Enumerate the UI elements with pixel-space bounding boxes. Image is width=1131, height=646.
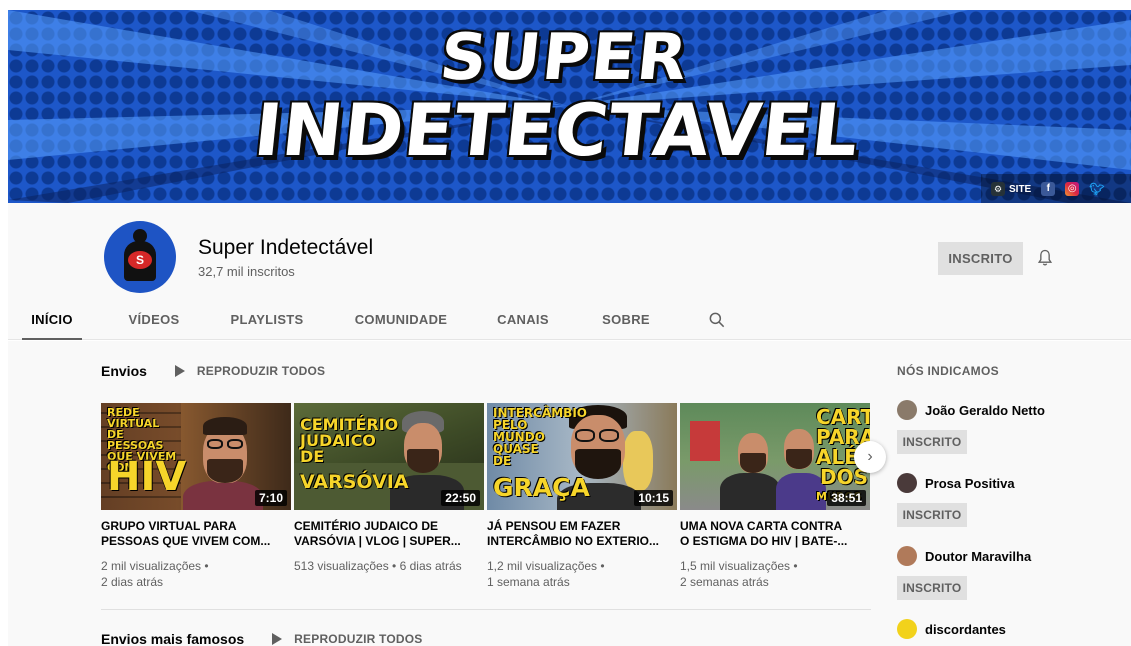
thumbnail-caption-large: HIV [107, 454, 187, 500]
channel-name[interactable]: discordantes [925, 622, 1006, 637]
thumbnail-caption-large: GRAÇA [493, 473, 590, 502]
video-meta: 1,5 mil visualizações • 2 semanas atrás [680, 558, 870, 590]
banner-title-line2: INDETECTAVEL [250, 88, 864, 172]
channel-avatar[interactable] [897, 473, 917, 493]
video-duration: 22:50 [441, 490, 480, 506]
video-title[interactable]: JÁ PENSOU EM FAZER INTERCÂMBIO NO EXTERI… [487, 519, 669, 549]
video-views: 1,2 mil visualizações • [487, 559, 605, 573]
video-views: 2 mil visualizações • [101, 559, 209, 573]
video-views: 1,5 mil visualizações • [680, 559, 798, 573]
video-meta: 1,2 mil visualizações • 1 semana atrás [487, 558, 677, 590]
popular-section-header: Envios mais famosos REPRODUZIR TODOS [101, 631, 423, 646]
subscribe-button[interactable]: INSCRITO [938, 242, 1023, 275]
channel-name: Super Indetectável [198, 236, 374, 259]
video-meta: 513 visualizações • 6 dias atrás [294, 558, 484, 574]
video-title-line1: CEMITÉRIO JUDAICO DE [294, 519, 439, 533]
banner-links: ⚙ SITE f ◎ 🐦︎ [981, 174, 1131, 203]
video-thumbnail[interactable]: CARTA PARA ALÉM DOS MUROS 38:51 [680, 403, 870, 510]
video-title-line1: JÁ PENSOU EM FAZER [487, 519, 621, 533]
video-date: 1 semana atrás [487, 575, 570, 589]
main-content: Envios REPRODUZIR TODOS REDE VIRTUAL DE … [8, 341, 1131, 646]
section-divider [101, 609, 871, 610]
play-all-button[interactable]: REPRODUZIR TODOS [272, 632, 422, 646]
popular-title[interactable]: Envios mais famosos [101, 631, 244, 646]
video-title-line1: UMA NOVA CARTA CONTRA [680, 519, 843, 533]
video-title-line2: PESSOAS QUE VIVEM COM... [101, 534, 271, 548]
play-all-label: REPRODUZIR TODOS [294, 632, 423, 646]
featured-channel: Prosa Positiva INSCRITO [897, 473, 1117, 527]
play-all-label: REPRODUZIR TODOS [196, 364, 326, 378]
tab-playlists[interactable]: PLAYLISTS [226, 303, 308, 340]
featured-channel: Doutor Maravilha INSCRITO [897, 546, 1117, 600]
subscribe-button[interactable]: INSCRITO [897, 430, 967, 454]
facebook-icon[interactable]: f [1041, 182, 1056, 196]
chevron-right-icon[interactable]: › [854, 441, 886, 473]
video-views: 513 visualizações • 6 dias atrás [294, 559, 462, 573]
video-duration: 7:10 [254, 490, 287, 506]
uploads-title[interactable]: Envios [101, 363, 147, 379]
channel-banner: SUPER INDETECTAVEL ⚙ SITE f ◎ 🐦︎ [8, 10, 1131, 203]
play-icon [272, 633, 283, 645]
video-duration: 38:51 [827, 490, 866, 506]
video-title-line1: GRUPO VIRTUAL PARA [101, 519, 237, 533]
channel-name[interactable]: Prosa Positiva [925, 476, 1015, 491]
video-card[interactable]: INTERCÂMBIO PELO MUNDO QUASE DE GRAÇA 10… [487, 403, 677, 590]
channel-avatar[interactable] [897, 546, 917, 566]
video-card[interactable]: CEMITÉRIO JUDAICO DE VARSÓVIA 22:50 CEMI… [294, 403, 484, 574]
video-thumbnail[interactable]: REDE VIRTUAL DE PESSOAS QUE VIVEM COM HI… [101, 403, 291, 510]
sidebar-title: NÓS INDICAMOS [897, 364, 999, 378]
tab-inicio[interactable]: INÍCIO [22, 303, 82, 340]
subscriber-count: 32,7 mil inscritos [198, 264, 295, 279]
tab-videos[interactable]: VÍDEOS [122, 303, 186, 340]
thumbnail-caption-large: VARSÓVIA [300, 471, 409, 493]
video-thumbnail[interactable]: CEMITÉRIO JUDAICO DE VARSÓVIA 22:50 [294, 403, 484, 510]
video-title[interactable]: GRUPO VIRTUAL PARA PESSOAS QUE VIVEM COM… [101, 519, 283, 549]
subscribe-button[interactable]: INSCRITO [897, 503, 967, 527]
video-card[interactable]: CARTA PARA ALÉM DOS MUROS 38:51 UMA NOVA… [680, 403, 870, 590]
notification-bell-icon[interactable] [1035, 248, 1055, 268]
search-icon[interactable] [707, 310, 727, 330]
video-date: 2 dias atrás [101, 575, 164, 589]
video-meta: 2 mil visualizações • 2 dias atrás [101, 558, 291, 590]
banner-title-line1: SUPER [436, 21, 693, 95]
avatar-emblem-icon: S [128, 251, 152, 269]
channel-name[interactable]: Doutor Maravilha [925, 549, 1031, 564]
video-title-line2: INTERCÂMBIO NO EXTERIO... [487, 534, 660, 548]
channel-avatar[interactable] [897, 400, 917, 420]
channel-avatar[interactable]: S [104, 221, 176, 293]
featured-channel: João Geraldo Netto INSCRITO [897, 400, 1117, 454]
video-thumbnail[interactable]: INTERCÂMBIO PELO MUNDO QUASE DE GRAÇA 10… [487, 403, 677, 510]
uploads-section-header: Envios REPRODUZIR TODOS [101, 363, 325, 379]
subscribe-button[interactable]: INSCRITO [897, 576, 967, 600]
site-label: SITE [1009, 183, 1032, 195]
instagram-icon[interactable]: ◎ [1065, 182, 1080, 196]
video-duration: 10:15 [634, 490, 673, 506]
play-icon [174, 365, 185, 377]
video-title-line2: VARSÓVIA | VLOG | SUPER... [294, 534, 461, 548]
tab-comunidade[interactable]: COMUNIDADE [351, 303, 451, 340]
video-title-line2: O ESTIGMA DO HIV | BATE-... [680, 534, 848, 548]
thumbnail-caption: CEMITÉRIO JUDAICO DE [300, 415, 399, 466]
tab-canais[interactable]: CANAIS [492, 303, 554, 340]
channel-tabs: INÍCIO VÍDEOS PLAYLISTS COMUNIDADE CANAI… [8, 303, 768, 340]
thumbnail-caption: INTERCÂMBIO PELO MUNDO QUASE DE [493, 406, 587, 468]
channel-avatar[interactable] [897, 619, 917, 639]
site-icon: ⚙ [991, 182, 1005, 196]
featured-channel: discordantes [897, 619, 1117, 639]
twitter-icon[interactable]: 🐦︎ [1089, 182, 1104, 196]
video-title[interactable]: CEMITÉRIO JUDAICO DE VARSÓVIA | VLOG | S… [294, 519, 476, 549]
video-card[interactable]: REDE VIRTUAL DE PESSOAS QUE VIVEM COM HI… [101, 403, 291, 590]
play-all-button[interactable]: REPRODUZIR TODOS [174, 364, 326, 378]
site-link[interactable]: ⚙ SITE [991, 182, 1031, 196]
video-title[interactable]: UMA NOVA CARTA CONTRA O ESTIGMA DO HIV |… [680, 519, 862, 549]
tab-sobre[interactable]: SOBRE [598, 303, 654, 340]
channel-name[interactable]: João Geraldo Netto [925, 403, 1045, 418]
video-date: 2 semanas atrás [680, 575, 769, 589]
channel-header: S Super Indetectável 32,7 mil inscritos … [8, 203, 1131, 340]
